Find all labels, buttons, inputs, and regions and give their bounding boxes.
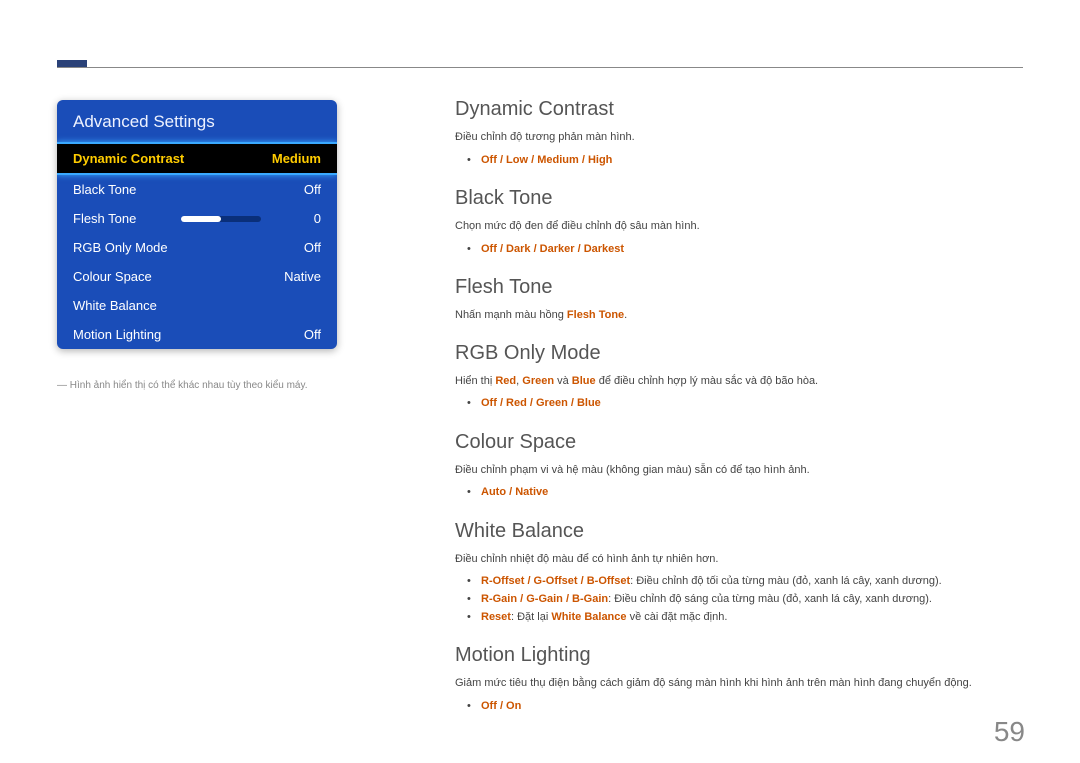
section-title: Colour Space (455, 431, 1023, 454)
section-dynamic-contrast: Dynamic Contrast Điều chỉnh độ tương phả… (455, 98, 1023, 169)
section-title: RGB Only Mode (455, 342, 1023, 365)
osd-disclaimer-note: ― Hình ảnh hiển thị có thể khác nhau tùy… (57, 380, 357, 391)
osd-value: Off (271, 327, 321, 342)
section-description: Chọn mức độ đen để điều chỉnh độ sâu màn… (455, 218, 1023, 235)
option-line: Off / Red / Green / Blue (471, 395, 1023, 413)
header-accent-bar (57, 60, 87, 67)
section-description: Nhấn mạnh màu hồng Flesh Tone. (455, 307, 1023, 324)
documentation-content: Dynamic Contrast Điều chỉnh độ tương phả… (455, 98, 1023, 733)
section-black-tone: Black Tone Chọn mức độ đen để điều chỉnh… (455, 187, 1023, 258)
options-list: Off / Low / Medium / High (455, 152, 1023, 170)
osd-value: Off (271, 240, 321, 255)
option-line: Off / Dark / Darker / Darkest (471, 241, 1023, 259)
osd-item-flesh-tone[interactable]: Flesh Tone 0 (57, 204, 337, 233)
osd-value: Native (271, 269, 321, 284)
osd-value: Off (271, 182, 321, 197)
options-list: Off / On (455, 698, 1023, 716)
section-title: Black Tone (455, 187, 1023, 210)
section-flesh-tone: Flesh Tone Nhấn mạnh màu hồng Flesh Tone… (455, 276, 1023, 324)
osd-item-colour-space[interactable]: Colour Space Native (57, 262, 337, 291)
osd-value: 0 (271, 211, 321, 226)
osd-item-motion-lighting[interactable]: Motion Lighting Off (57, 320, 337, 349)
option-line: Off / On (471, 698, 1023, 716)
section-motion-lighting: Motion Lighting Giảm mức tiêu thụ điện b… (455, 644, 1023, 715)
section-description: Giảm mức tiêu thụ điện bằng cách giảm độ… (455, 675, 1023, 692)
section-title: Motion Lighting (455, 644, 1023, 667)
osd-slider[interactable] (181, 216, 261, 222)
osd-label: Dynamic Contrast (73, 151, 271, 166)
section-description: Điều chỉnh độ tương phản màn hình. (455, 129, 1023, 146)
options-list: Off / Dark / Darker / Darkest (455, 241, 1023, 259)
osd-item-rgb-only[interactable]: RGB Only Mode Off (57, 233, 337, 262)
osd-label: Motion Lighting (73, 327, 271, 342)
section-title: Dynamic Contrast (455, 98, 1023, 121)
osd-item-white-balance[interactable]: White Balance (57, 291, 337, 320)
options-list: Off / Red / Green / Blue (455, 395, 1023, 413)
section-colour-space: Colour Space Điều chỉnh phạm vi và hệ mà… (455, 431, 1023, 502)
option-line: Off / Low / Medium / High (471, 152, 1023, 170)
options-list: R-Offset / G-Offset / B-Offset: Điều chỉ… (455, 573, 1023, 626)
osd-label: RGB Only Mode (73, 240, 271, 255)
section-description: Điều chỉnh nhiệt độ màu để có hình ảnh t… (455, 551, 1023, 568)
section-rgb-only-mode: RGB Only Mode Hiển thị Red, Green và Blu… (455, 342, 1023, 413)
osd-panel-title: Advanced Settings (57, 100, 337, 142)
osd-item-black-tone[interactable]: Black Tone Off (57, 175, 337, 204)
section-description: Điều chỉnh phạm vi và hệ màu (không gian… (455, 462, 1023, 479)
page-number: 59 (994, 716, 1025, 748)
osd-item-dynamic-contrast[interactable]: Dynamic Contrast Medium (57, 142, 337, 175)
option-line: Auto / Native (471, 484, 1023, 502)
options-list: Auto / Native (455, 484, 1023, 502)
option-line: Reset: Đặt lại White Balance về cài đặt … (471, 609, 1023, 627)
section-title: Flesh Tone (455, 276, 1023, 299)
section-title: White Balance (455, 520, 1023, 543)
section-white-balance: White Balance Điều chỉnh nhiệt độ màu để… (455, 520, 1023, 626)
option-line: R-Gain / G-Gain / B-Gain: Điều chỉnh độ … (471, 591, 1023, 609)
osd-advanced-settings-panel: Advanced Settings Dynamic Contrast Mediu… (57, 100, 337, 349)
option-line: R-Offset / G-Offset / B-Offset: Điều chỉ… (471, 573, 1023, 591)
osd-value: Medium (271, 151, 321, 166)
osd-label: Black Tone (73, 182, 271, 197)
osd-label: White Balance (73, 298, 271, 313)
osd-label: Colour Space (73, 269, 271, 284)
section-description: Hiển thị Red, Green và Blue để điều chỉn… (455, 373, 1023, 390)
osd-slider-fill (181, 216, 221, 222)
osd-label: Flesh Tone (73, 211, 171, 226)
header-separator (57, 67, 1023, 68)
